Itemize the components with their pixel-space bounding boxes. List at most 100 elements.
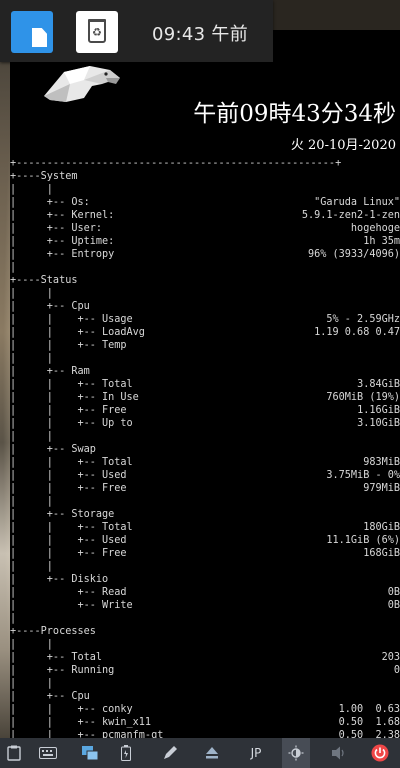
file-manager-icon[interactable] (11, 11, 53, 53)
layout-indicator[interactable]: JP (242, 738, 270, 768)
tree-value: 979MiB (363, 483, 400, 494)
tree-label: +----Status (10, 275, 78, 286)
tree-line: | | (10, 287, 400, 300)
windows-icon[interactable] (76, 738, 104, 768)
tree-label: | | +-- Temp (10, 340, 127, 351)
eject-icon[interactable] (198, 738, 226, 768)
tree-line: +----Processes (10, 625, 400, 638)
tree-label: +----Processes (10, 626, 96, 637)
tree-label: | | +-- Up to (10, 418, 133, 429)
tree-line: | | +-- Usage 5% - 2.59GHz (10, 313, 400, 326)
tree-value: 1h 35m (363, 236, 400, 247)
tree-label: | | +-- Free (10, 548, 127, 559)
tree-label: +---------------------------------------… (10, 158, 342, 169)
tree-line: | +-- Uptime: 1h 35m (10, 235, 400, 248)
tree-line: | +-- Cpu (10, 690, 400, 703)
tree-line: | | +-- Total 983MiB (10, 456, 400, 469)
tree-label: | | +-- Total (10, 379, 133, 390)
tree-line: | +-- Ram (10, 365, 400, 378)
tree-label: | | +-- Usage (10, 314, 133, 325)
tree-value: 96% (3933/4096) (307, 249, 400, 260)
tree-label: | | (10, 353, 53, 364)
tree-label: | +-- Cpu (10, 301, 90, 312)
tree-label: | (10, 262, 17, 273)
tree-label: | +-- Uptime: (10, 236, 115, 247)
tree-label: +----System (10, 171, 78, 182)
tree-label: | | +-- Total (10, 522, 133, 533)
tree-label: | | +-- In Use (10, 392, 139, 403)
tree-line: | +-- Running 0 (10, 664, 400, 677)
tree-line: | | +-- Up to 3.10GiB (10, 417, 400, 430)
battery-icon[interactable] (112, 738, 140, 768)
tree-label: | | (10, 561, 53, 572)
conky-panel: 午前09時43分34秒 火 20-10月-2020 +-------------… (10, 30, 400, 741)
tree-line: | +-- Kernel: 5.9.1-zen2-1-zen (10, 209, 400, 222)
tree-line: | | (10, 638, 400, 651)
tree-value: 1.00 0.63 (338, 704, 400, 715)
tree-line: | +-- Os: "Garuda Linux" (10, 196, 400, 209)
tree-line: | | +-- Used 3.75MiB - 0% (10, 469, 400, 482)
tree-value: 0.50 1.68 (338, 717, 400, 728)
taskbar-clock[interactable]: 09:43 午前 (152, 20, 248, 46)
tree-line: | +-- Read 0B (10, 586, 400, 599)
tree-label: | +-- Diskio (10, 574, 109, 585)
tree-line: | | +-- Free 168GiB (10, 547, 400, 560)
tree-line: | +-- Diskio (10, 573, 400, 586)
tree-line: | | (10, 560, 400, 573)
tree-line: | | +-- Total 180GiB (10, 521, 400, 534)
tree-label: | +-- Write (10, 600, 133, 611)
tree-line: | | +-- Free 979MiB (10, 482, 400, 495)
tree-value: 5% - 2.59GHz (326, 314, 400, 325)
tree-value: 1.16GiB (357, 405, 400, 416)
tree-line: | | +-- conky 1.00 0.63 (10, 703, 400, 716)
tree-label: | +-- Ram (10, 366, 90, 377)
power-icon[interactable] (366, 738, 394, 768)
tree-label: | | (10, 431, 53, 442)
clipboard-icon[interactable] (0, 738, 28, 768)
tree-line: | (10, 261, 400, 274)
tree-label: | | +-- Used (10, 470, 127, 481)
tree-label: | +-- Os: (10, 197, 90, 208)
trash-icon[interactable]: ♻ (76, 11, 118, 53)
tree-line: | | +-- Temp (10, 339, 400, 352)
tree-value: 0 (393, 665, 400, 676)
tree-value: 180GiB (363, 522, 400, 533)
tree-label: | +-- Kernel: (10, 210, 115, 221)
keyboard-icon[interactable] (34, 738, 62, 768)
tree-label: | | (10, 496, 53, 507)
tree-label: | | +-- Used (10, 535, 127, 546)
conky-time: 午前09時43分34秒 (193, 101, 396, 127)
tree-value: 203 (381, 652, 400, 663)
pen-icon[interactable] (156, 738, 184, 768)
tree-line: | +-- Total 203 (10, 651, 400, 664)
tree-label: | +-- User: (10, 223, 103, 234)
tree-value: "Garuda Linux" (314, 197, 400, 208)
tree-line: | | +-- Free 1.16GiB (10, 404, 400, 417)
tree-line: | +-- Cpu (10, 300, 400, 313)
tree-label: | +-- Cpu (10, 691, 90, 702)
tree-line: | | (10, 677, 400, 690)
tree-label: | +-- Running (10, 665, 115, 676)
tree-line: +---------------------------------------… (10, 157, 400, 170)
tree-line: | +-- Write 0B (10, 599, 400, 612)
tree-label: | | (10, 639, 53, 650)
tree-label: | | (10, 184, 53, 195)
tree-label: | | +-- Free (10, 483, 127, 494)
tree-label: | +-- Total (10, 652, 103, 663)
tree-label: | +-- Read (10, 587, 127, 598)
eagle-logo (44, 66, 120, 102)
tree-line: | | (10, 183, 400, 196)
tree-label: | | (10, 288, 53, 299)
volume-icon[interactable] (325, 738, 353, 768)
tree-value: 3.75MiB - 0% (326, 470, 400, 481)
tree-line: | | (10, 352, 400, 365)
tree-label: | | (10, 678, 53, 689)
tree-value: 0B (387, 600, 400, 611)
tree-line: | | (10, 495, 400, 508)
brightness-icon[interactable] (282, 738, 310, 768)
tree-line: | | +-- kwin_x11 0.50 1.68 (10, 716, 400, 729)
tree-label: | | +-- kwin_x11 (10, 717, 152, 728)
tree-line: | +-- Swap (10, 443, 400, 456)
tree-value: 0B (387, 587, 400, 598)
tree-label: | +-- Storage (10, 509, 115, 520)
